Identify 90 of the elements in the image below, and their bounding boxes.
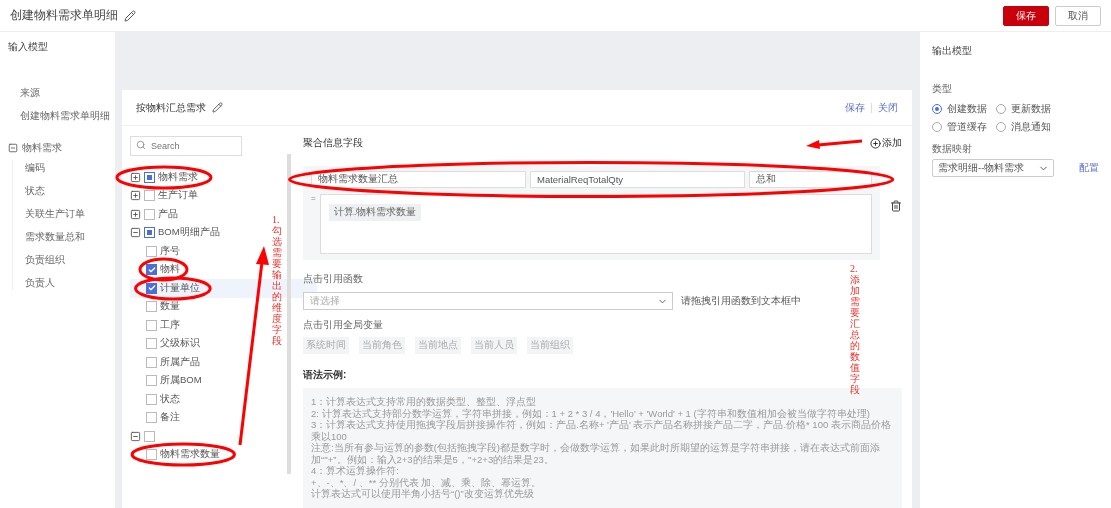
expand-icon[interactable]	[130, 208, 141, 220]
method-field[interactable]: 总和	[749, 171, 872, 188]
scrollbar[interactable]	[287, 154, 291, 474]
collapse-icon[interactable]	[130, 227, 141, 239]
tree-item[interactable]: 状态	[25, 184, 45, 198]
panel-title: 输出模型	[932, 44, 973, 58]
checkbox[interactable]	[146, 412, 157, 424]
checkbox[interactable]	[146, 338, 157, 350]
collapse-icon[interactable]	[130, 430, 141, 442]
radio-option[interactable]: 更新数据	[996, 102, 1076, 116]
checkbox[interactable]	[146, 319, 157, 331]
section-title: 聚合信息字段	[303, 136, 363, 150]
action-link[interactable]: 保存	[845, 100, 865, 115]
annotation-text: 1.勾选需要输出的维度字段	[272, 214, 282, 346]
checkbox[interactable]	[146, 245, 157, 257]
checkbox[interactable]	[146, 449, 157, 461]
checkbox[interactable]	[146, 393, 157, 405]
add-icon[interactable]	[870, 137, 881, 149]
field-label: 数据映射	[932, 142, 972, 156]
add-link[interactable]: 添加	[882, 136, 902, 150]
save-button[interactable]: 保存	[1003, 5, 1049, 26]
tree-item[interactable]: 生产订单	[158, 189, 198, 203]
checkbox[interactable]	[144, 227, 155, 239]
expand-icon[interactable]	[130, 171, 141, 183]
tree-item[interactable]: 关联生产订单	[25, 207, 85, 221]
cancel-button[interactable]: 取消	[1055, 5, 1101, 26]
configure-link[interactable]: 配置	[1079, 161, 1099, 175]
radio-option[interactable]: 创建数据	[932, 102, 996, 116]
syntax-line: 计算表达式可以使用半角小括号“()”改变运算优先级	[311, 488, 535, 500]
tree-item[interactable]: 负责人	[25, 276, 55, 290]
tree-item[interactable]: 负责组织	[25, 253, 65, 267]
syntax-line: 2: 计算表达式支持部分数学运算，字符串拼接，例如：1 + 2 * 3 / 4，'Hello' + 'World' + 1 (字符串和数值相加会被当做字符串处理)	[311, 407, 871, 419]
checkbox[interactable]	[146, 375, 157, 387]
syntax-line: 1：计算表达式支持常用的数据类型、整型、浮点型	[311, 396, 538, 408]
tree-item[interactable]: 需求数量总和	[25, 230, 85, 244]
tree-item[interactable]: 物料需求	[158, 170, 198, 184]
action-link[interactable]: 关闭	[878, 100, 898, 115]
code-field[interactable]: MaterialReqTotalQty	[530, 171, 745, 188]
tree-item[interactable]: 父级标识	[160, 337, 200, 351]
expand-icon[interactable]	[130, 190, 141, 202]
radio-option[interactable]: 消息通知	[996, 120, 1076, 134]
mapping-select[interactable]: 需求明细--物料需求	[932, 159, 1054, 177]
checkbox[interactable]	[144, 208, 155, 220]
checkbox[interactable]	[146, 301, 157, 313]
collapse-icon[interactable]	[8, 143, 18, 153]
checkbox[interactable]	[146, 282, 157, 294]
section-label: 点击引用函数	[303, 272, 363, 286]
syntax-line: 4：算术运算操作符:	[311, 465, 400, 477]
checkbox[interactable]	[144, 190, 155, 202]
editor-title: 按物料汇总需求	[136, 100, 206, 115]
radio-option[interactable]: 管道缓存	[932, 120, 996, 134]
tree-item[interactable]: 工序	[160, 318, 180, 332]
name-field[interactable]: 物料需求数量汇总	[311, 171, 526, 188]
hint-text: 请拖拽引用函数到文本框中	[681, 294, 801, 308]
tree-item[interactable]: 产品	[158, 207, 178, 221]
field-label: 类型	[932, 82, 952, 96]
field-token[interactable]: 计算.物料需求数量	[328, 204, 422, 221]
syntax-line: +、-、*、/ 、** 分别代表 加、减、乘、除、幂运算。	[311, 476, 543, 488]
tree-item[interactable]: 物料	[160, 263, 180, 277]
checkbox[interactable]	[144, 430, 155, 442]
source-label: 来源	[20, 86, 40, 100]
section-label: 点击引用全局变量	[303, 318, 383, 332]
syntax-line: 注意:当所有参与运算的参数(包括拖拽字段)都是数字时，会做数学运算，如果此时所期望的运算是字符串拼接，请在表达式前面添加“''+”。例如：输入2+3的结果是5，''+2+3的结果是23。	[311, 442, 881, 465]
tree-item[interactable]: 数量	[160, 300, 180, 314]
tree-item[interactable]: 物料需求数量	[160, 448, 220, 462]
edit-icon[interactable]	[212, 102, 223, 113]
search-field[interactable]: Search	[130, 136, 242, 156]
tree-item[interactable]: 状态	[160, 392, 180, 406]
tree-item[interactable]: 物料需求	[22, 141, 62, 155]
page-title: 创建物料需求单明细	[10, 7, 118, 24]
tree-item[interactable]: 序号	[160, 244, 180, 258]
tree-item[interactable]: BOM明细产品	[158, 226, 220, 240]
checkbox[interactable]	[146, 264, 157, 276]
source-name: 创建物料需求单明细	[20, 109, 110, 123]
delete-icon[interactable]	[890, 200, 902, 212]
tree-item[interactable]: 所属BOM	[160, 374, 202, 388]
annotation-arrow	[804, 137, 864, 149]
equals-sign: =	[311, 194, 316, 203]
tree-item[interactable]: 备注	[160, 411, 180, 425]
checkbox[interactable]	[146, 356, 157, 368]
tree-item[interactable]: 所属产品	[160, 355, 200, 369]
search-icon	[136, 140, 146, 150]
annotation-text: 2.添加需要汇总的数值字段	[850, 263, 860, 395]
checkbox[interactable]	[144, 171, 155, 183]
edit-icon[interactable]	[124, 9, 136, 22]
section-title: 语法示例:	[303, 368, 347, 382]
tree-item[interactable]: 计量单位	[160, 281, 200, 295]
panel-title: 输入模型	[8, 40, 49, 54]
expression-box[interactable]: 计算.物料需求数量	[319, 194, 872, 254]
tree-item[interactable]: 编码	[25, 161, 45, 175]
